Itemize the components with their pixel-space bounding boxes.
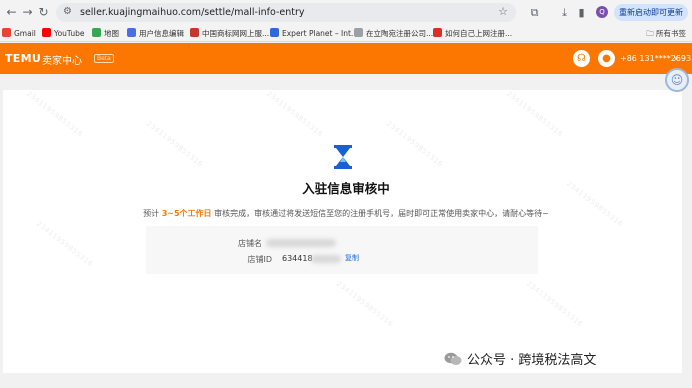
all-bookmarks-folder[interactable]: 🗀 所有书签 — [646, 28, 686, 41]
site-info-icon[interactable]: ⚙ — [63, 6, 75, 18]
browser-toolbar: ← → ↻ ⚙ seller.kuajingmaihuo.com/settle/… — [0, 0, 692, 25]
store-id-label: 店铺ID — [247, 255, 272, 264]
hourglass-icon — [334, 145, 352, 169]
bookmarks-bar: Gmail YouTube 地图 用户信息编辑 中国商标网网上服... Expe… — [0, 25, 692, 42]
wechat-account-label: 公众号 · 跨境税法高文 — [444, 349, 596, 368]
review-title: 入驻信息审核中 — [302, 181, 390, 196]
bookmark-item[interactable]: Expert Planet – Int... — [270, 28, 358, 39]
temu-logo[interactable]: TEMU — [5, 52, 41, 65]
beta-badge: Beta — [94, 54, 114, 63]
bookmark-item[interactable]: Gmail — [2, 28, 36, 39]
youtube-icon — [42, 28, 51, 37]
bookmark-item[interactable]: 如何自己上网注册... — [433, 28, 512, 39]
bookmark-favicon — [127, 28, 136, 37]
bookmark-item[interactable]: 中国商标网网上服... — [190, 28, 269, 39]
bookmark-star-icon[interactable]: ☆ — [498, 5, 508, 18]
wechat-icon — [444, 352, 462, 365]
store-info-box — [146, 226, 538, 274]
download-icon[interactable]: ⤓ — [557, 5, 572, 20]
back-icon[interactable]: ← — [4, 5, 19, 20]
extensions-icon[interactable]: ⧉ — [527, 5, 542, 20]
bookmark-item[interactable]: 地图 — [92, 28, 119, 39]
seller-center-header: TEMU 卖家中心 Beta ☊ ● +86 131****2693 ∨ — [0, 43, 692, 74]
store-name-label: 店铺名 — [238, 239, 262, 248]
bookmark-item[interactable]: YouTube — [42, 28, 85, 39]
sidepanel-icon[interactable]: ▮ — [574, 5, 589, 20]
user-avatar-icon[interactable]: ● — [598, 50, 615, 67]
url-text: seller.kuajingmaihuo.com/settle/mall-inf… — [80, 7, 305, 18]
bookmark-item[interactable]: 在立陶宛注册公司... — [354, 28, 433, 39]
bookmark-item[interactable]: 用户信息编辑 — [127, 28, 184, 39]
copy-store-id-link[interactable]: 复制 — [345, 253, 359, 263]
profile-avatar[interactable]: Q — [596, 6, 608, 18]
forward-icon[interactable]: → — [20, 5, 35, 20]
restart-update-button[interactable]: 重新启动即可更新 — [614, 4, 688, 21]
store-name-redacted — [266, 239, 336, 247]
bookmark-favicon — [433, 28, 442, 37]
address-bar[interactable]: ⚙ seller.kuajingmaihuo.com/settle/mall-i… — [56, 3, 516, 22]
review-message: 预计 3~5个工作日 审核完成，审核通过将发送短信至您的注册手机号，届时即可正常… — [143, 209, 549, 218]
folder-icon: 🗀 — [646, 29, 656, 38]
store-id-value: 634418 — [282, 254, 313, 263]
reload-icon[interactable]: ↻ — [36, 5, 51, 20]
bookmark-favicon — [354, 28, 363, 37]
maps-icon — [92, 28, 101, 37]
store-id-redacted — [311, 255, 341, 263]
gmail-icon — [2, 28, 11, 37]
customer-service-icon[interactable]: ☊ — [573, 50, 590, 67]
chevron-down-icon[interactable]: ∨ — [673, 53, 679, 62]
floating-assistant-icon[interactable]: ☺ — [665, 68, 689, 92]
review-duration: 3~5个工作日 — [161, 209, 212, 218]
account-phone[interactable]: +86 131****2693 — [620, 54, 691, 63]
bookmark-favicon — [190, 28, 199, 37]
bookmark-favicon — [270, 28, 279, 37]
seller-center-title: 卖家中心 — [42, 56, 82, 67]
